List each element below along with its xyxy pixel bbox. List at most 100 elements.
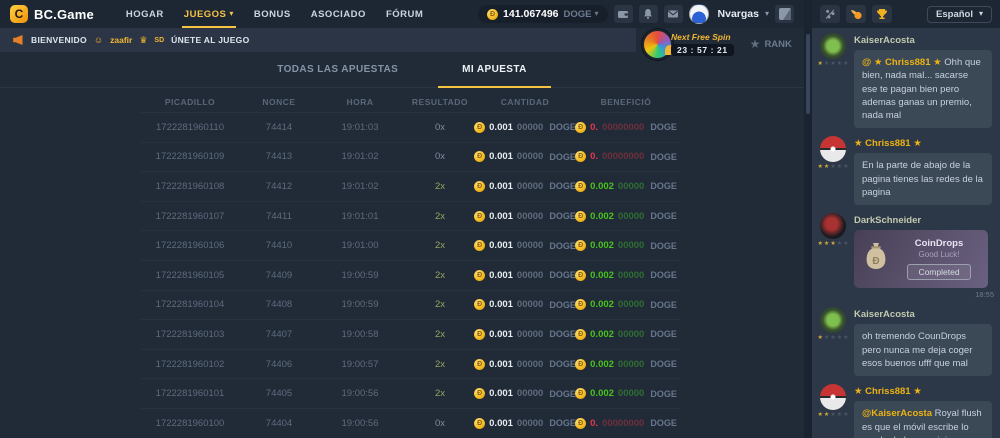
table-row[interactable]: 17222819601097441319:01:020xĐ0.00100000D… [140,142,680,172]
time-cell: 19:00:56 [318,388,402,399]
level-star-icon: ★ [837,412,842,418]
trophy-button[interactable] [872,5,892,23]
message-avatar-column: ★★★★★ [820,33,846,128]
nav-item-bonus[interactable]: BONUS [254,0,291,28]
value-trailing: 00000 [517,388,543,399]
nav-item-juegos[interactable]: JUEGOS▾ [184,0,234,28]
value-significant: 0.002 [590,299,614,310]
coindrops-completed-button[interactable]: Completed [907,264,970,280]
amount-cell: Đ0.00100000DOGE [478,240,572,251]
value-significant: 0.001 [489,181,513,192]
currency-label: DOGE [650,300,677,310]
message-username[interactable]: DarkSchneider [854,215,921,226]
rank-star-icon: ★ [750,38,761,50]
nonce-cell: 74409 [240,270,318,281]
bc-game-logo-text: BC.Game [34,7,94,22]
value-trailing: 00000 [618,270,644,281]
message-avatar-column: ★★★★★ [820,136,846,205]
result-cell: 2x [402,359,478,370]
table-row[interactable]: 17222819601017440519:00:562xĐ0.00100000D… [140,378,680,408]
value-trailing: 00000 [517,211,543,222]
nonce-cell: 74414 [240,122,318,133]
coin-rain-icon [824,8,836,20]
mention-link[interactable]: @ ★ Chriss881 ★ [862,57,944,68]
language-selector[interactable]: Español ▾ [927,6,992,23]
message-username[interactable]: ★ Chriss881 ★ [854,138,922,149]
coindrops-card[interactable]: ĐCoinDropsGood Luck!Completed [854,230,988,288]
level-star-icon: ★ [824,61,829,67]
announcement-bar[interactable]: BIENVENIDO ☺ zaafir ♛ SD ÚNETE AL JUEGO [0,28,636,52]
nav-caret-icon: ▾ [229,10,234,18]
chat-scrollbar[interactable] [806,34,810,114]
coin-rain-button[interactable] [820,5,840,23]
nav-item-asociado[interactable]: ASOCIADO [311,0,366,28]
nav-item-fórum[interactable]: FÓRUM [386,0,423,28]
hash-cell: 1722281960106 [140,240,240,251]
value-significant: 0.001 [489,122,513,133]
rank-link[interactable]: ★ RANK [750,38,792,50]
user-level-stars: ★★★★★ [818,241,849,247]
avatar[interactable] [820,33,846,59]
time-cell: 19:01:02 [318,151,402,162]
wallet-icon [617,8,629,20]
avatar[interactable] [820,307,846,333]
table-row[interactable]: 17222819601037440719:00:582xĐ0.00100000D… [140,319,680,349]
balance-selector[interactable]: Đ 141.067496 DOGE▾ [478,5,607,23]
column-header: CANTIDAD [478,88,572,107]
doge-coin-icon: Đ [575,270,586,281]
level-star-icon: ★ [824,335,829,341]
hash-cell: 1722281960105 [140,270,240,281]
user-avatar[interactable] [689,4,709,24]
table-row[interactable]: 17222819601067441019:01:002xĐ0.00100000D… [140,230,680,260]
avatar[interactable] [820,213,846,239]
wallet-button[interactable] [614,5,633,23]
table-row[interactable]: 17222819601057440919:00:592xĐ0.00100000D… [140,260,680,290]
message-bubble[interactable]: @KaiserAcosta Royal flush es que el móvi… [854,401,992,438]
message-content: KaiserAcosta @ ★ Chriss881 ★ Ohh que bien… [854,33,994,128]
tab-my-bets[interactable]: MI APUESTA [456,64,533,87]
message-username[interactable]: ★ Chriss881 ★ [854,386,922,397]
table-row[interactable]: 17222819601107441419:01:030xĐ0.00100000D… [140,112,680,142]
avatar[interactable] [820,384,846,410]
message-username[interactable]: KaiserAcosta [854,35,915,46]
announcement-badge: SD [154,37,164,44]
table-row[interactable]: 17222819601007440419:00:560xĐ0.00100000D… [140,408,680,438]
bc-game-logo[interactable]: C BC.Game [10,5,94,23]
user-level-stars: ★★★★★ [818,412,849,418]
messages-button[interactable] [664,5,683,23]
user-menu-caret-icon[interactable]: ▾ [765,10,769,18]
time-cell: 19:00:59 [318,270,402,281]
value-significant: 0.001 [489,418,513,429]
doge-coin-icon: Đ [474,388,485,399]
user-name[interactable]: Nvargas [718,8,759,20]
table-row[interactable]: 17222819601047440819:00:592xĐ0.00100000D… [140,290,680,320]
table-row[interactable]: 17222819601077441119:01:012xĐ0.00100000D… [140,201,680,231]
message-bubble[interactable]: oh tremendo CounDrops pero nunca me deja… [854,324,992,376]
nonce-cell: 74406 [240,359,318,370]
mention-link[interactable]: @KaiserAcosta [862,408,935,419]
avatar[interactable] [820,136,846,162]
value-trailing: 00000 [618,388,644,399]
doge-coin-icon: Đ [487,9,498,20]
chat-toggle-button[interactable] [775,5,794,23]
value-trailing: 00000 [618,299,644,310]
message-content: ★ Chriss881 ★ @KaiserAcosta Royal flush e… [854,384,994,438]
message-avatar-column: ★★★★★ [820,307,846,376]
message-username[interactable]: KaiserAcosta [854,309,915,320]
nonce-cell: 74410 [240,240,318,251]
notifications-button[interactable] [639,5,658,23]
nav-item-hogar[interactable]: HOGAR [126,0,164,28]
currency-label: DOGE [650,389,677,399]
table-row[interactable]: 17222819601087441219:01:022xĐ0.00100000D… [140,171,680,201]
profit-cell: Đ0.00200000DOGE [572,329,680,340]
level-star-icon: ★ [837,61,842,67]
column-header: BENEFICIÓ [572,88,680,107]
table-row[interactable]: 17222819601027440619:00:572xĐ0.00100000D… [140,349,680,379]
doge-coin-icon: Đ [474,240,485,251]
tab-all-bets[interactable]: TODAS LAS APUESTAS [271,64,404,87]
message-bubble[interactable]: @ ★ Chriss881 ★ Ohh que bien, nada mal..… [854,50,992,128]
fireball-button[interactable] [846,5,866,23]
result-cell: 2x [402,388,478,399]
value-trailing: 00000000 [602,151,644,162]
message-bubble[interactable]: En la parte de abajo de la pagina tienes… [854,153,992,205]
